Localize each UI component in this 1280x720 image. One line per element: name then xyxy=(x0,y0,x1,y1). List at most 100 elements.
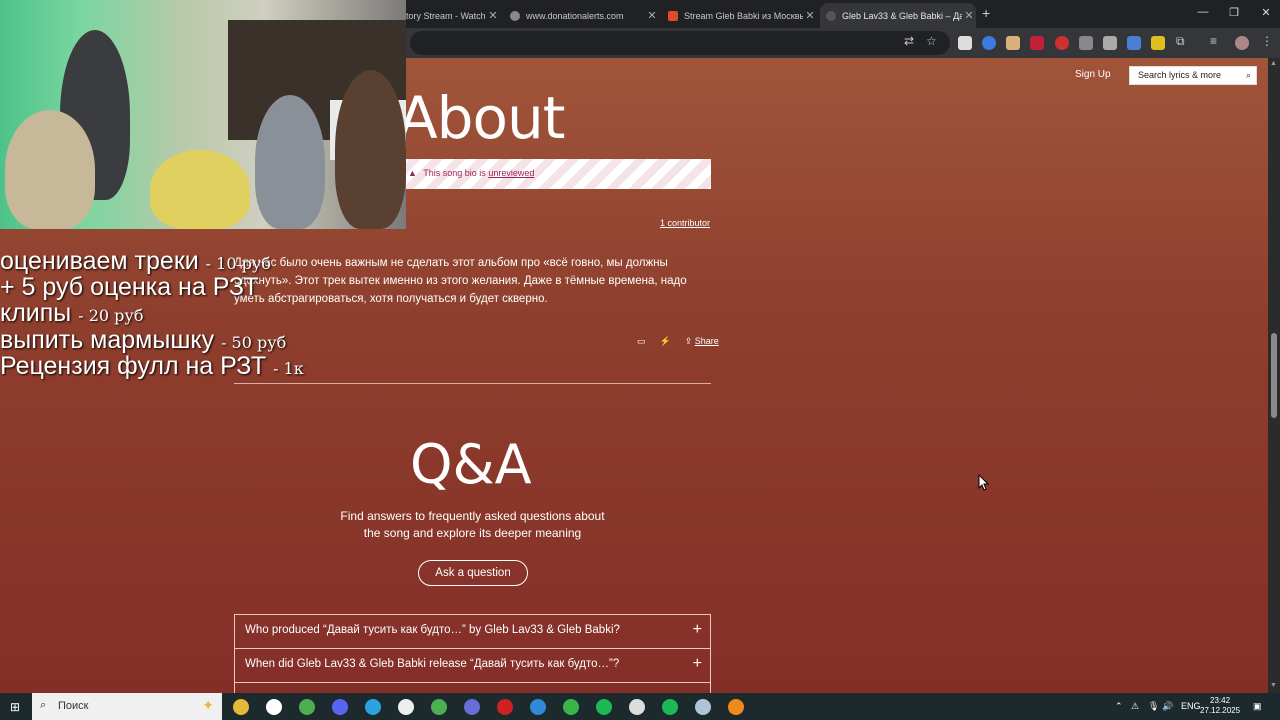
menu-icon[interactable]: ⋮ xyxy=(1261,34,1273,48)
explorer-icon[interactable] xyxy=(233,699,249,715)
close-icon[interactable]: ✕ xyxy=(962,9,976,22)
overlay-price: - 1к xyxy=(273,359,304,378)
puzzle-icon[interactable]: ⧉ xyxy=(1176,34,1185,49)
tab-donationalerts[interactable]: www.donationalerts.com ✕ xyxy=(504,3,659,28)
language-indicator[interactable]: ENG xyxy=(1181,701,1201,711)
discord-icon[interactable] xyxy=(332,699,348,715)
divider xyxy=(234,383,711,384)
search-input[interactable]: Search lyrics & more ⌕ xyxy=(1129,66,1257,85)
star-icon[interactable]: ☆ xyxy=(926,34,937,48)
bio-status-text: This song bio is xyxy=(423,168,486,178)
tab-stream-watch[interactable]: tory Stream - Watch ✕ xyxy=(400,3,500,28)
share-label: Share xyxy=(694,336,719,346)
faq-list: Who produced “Давай тусить как будто…” b… xyxy=(234,614,711,693)
close-icon[interactable]: ✕ xyxy=(645,9,659,22)
upvote-icon[interactable]: ⚡ xyxy=(660,336,671,347)
share-icon: ⇪ xyxy=(684,336,693,346)
extension-icon[interactable] xyxy=(1030,36,1044,50)
windows-start-icon[interactable]: ⊞ xyxy=(10,700,20,714)
translate-icon[interactable]: ⇄ xyxy=(904,34,914,48)
overlay-item: выпить мармышку xyxy=(0,326,215,354)
overlay-price-line: Рецензия фулл на РЗТ - 1к xyxy=(0,353,304,382)
faq-item[interactable]: Who produced “Давай тусить как будто…” b… xyxy=(234,614,711,648)
close-icon[interactable]: ✕ xyxy=(803,9,817,22)
app-circle-icon[interactable] xyxy=(629,699,645,715)
webcam-overlay xyxy=(0,0,406,229)
faq-item[interactable] xyxy=(234,682,711,693)
overlay-price: - 50 руб xyxy=(221,333,287,352)
share-button[interactable]: ⇪ Share xyxy=(685,336,719,347)
sparkle-icon: ✦ xyxy=(202,697,214,713)
scroll-down-icon[interactable]: ▼ xyxy=(1270,682,1277,689)
page-scrollbar[interactable]: ▲ ▼ xyxy=(1268,58,1280,693)
close-icon[interactable]: ✕ xyxy=(486,9,500,22)
yandex-icon[interactable] xyxy=(266,699,282,715)
tab-title: Gleb Lav33 & Gleb Babki – Дав xyxy=(842,10,962,21)
network-icon[interactable]: ⚠ xyxy=(1131,701,1139,712)
loading-icon xyxy=(826,10,836,21)
tab-title: tory Stream - Watch xyxy=(406,10,486,21)
chevron-up-icon[interactable]: ⌃ xyxy=(1115,701,1123,712)
extension-icon[interactable] xyxy=(1151,36,1165,50)
streamer-figure xyxy=(255,95,325,229)
extension-icon[interactable] xyxy=(1079,36,1093,50)
streamer-figure xyxy=(150,150,250,229)
media-icon[interactable]: ≡ xyxy=(1210,34,1217,48)
overlay-price: - 10 руб xyxy=(205,254,271,273)
overlay-item: + 5 руб оценка на РЗТ xyxy=(0,273,259,301)
notification-icon[interactable]: ▣ xyxy=(1253,701,1262,712)
overlay-item: клипы xyxy=(0,299,72,327)
avatar[interactable] xyxy=(1235,36,1249,50)
tab-title: www.donationalerts.com xyxy=(526,10,624,21)
spotify-icon[interactable] xyxy=(596,699,612,715)
streamer-figure xyxy=(5,110,95,229)
extension-icon[interactable] xyxy=(1006,36,1020,50)
app-green-icon[interactable] xyxy=(563,699,579,715)
plus-icon[interactable]: + xyxy=(693,621,702,639)
unreviewed-link[interactable]: unreviewed xyxy=(488,168,534,178)
plus-icon[interactable]: + xyxy=(693,655,702,673)
faq-item[interactable]: When did Gleb Lav33 & Gleb Babki release… xyxy=(234,648,711,682)
bio-actions: ▭ ⚡ ⇪ Share xyxy=(637,336,719,347)
system-clock[interactable]: 23:42 27.12.2025 xyxy=(1200,696,1240,716)
restore-icon[interactable]: ❐ xyxy=(1224,6,1244,19)
extension-icon[interactable] xyxy=(1055,36,1069,50)
contributor-link[interactable]: 1 contributor xyxy=(660,218,710,228)
tab-stream-gleb-babki[interactable]: Stream Gleb Babki из Москвы ✕ xyxy=(662,3,817,28)
volume-icon[interactable]: 🔊 xyxy=(1162,701,1173,712)
qa-heading: Q&A xyxy=(410,433,532,496)
record-icon[interactable] xyxy=(497,699,513,715)
telegram-icon[interactable] xyxy=(365,699,381,715)
address-bar[interactable] xyxy=(410,31,950,55)
overlay-price-line: клипы - 20 руб xyxy=(0,300,143,329)
app-window-icon[interactable] xyxy=(695,699,711,715)
sign-up-link[interactable]: Sign Up xyxy=(1075,69,1111,80)
shield-icon[interactable] xyxy=(662,699,678,715)
obs-icon[interactable] xyxy=(398,699,414,715)
extension-icon[interactable] xyxy=(958,36,972,50)
bio-status-banner: ▲ This song bio is unreviewed xyxy=(398,159,711,189)
scroll-thumb[interactable] xyxy=(1271,333,1277,418)
app-icon[interactable] xyxy=(464,699,480,715)
vlc-icon[interactable] xyxy=(728,699,744,715)
minimize-icon[interactable]: — xyxy=(1193,6,1213,18)
plus-icon[interactable]: + xyxy=(982,5,990,21)
overlay-item: оцениваем треки xyxy=(0,247,199,275)
camera-icon[interactable] xyxy=(1103,36,1117,50)
vscode-icon[interactable] xyxy=(530,699,546,715)
scroll-up-icon[interactable]: ▲ xyxy=(1270,60,1277,67)
chrome-icon[interactable] xyxy=(299,699,315,715)
search-icon[interactable]: ⌕ xyxy=(1246,70,1251,81)
microphone-icon[interactable]: 🎙 xyxy=(1148,701,1159,712)
clock-date: 27.12.2025 xyxy=(1200,706,1241,715)
comment-icon[interactable]: ▭ xyxy=(637,336,646,347)
close-icon[interactable]: ✕ xyxy=(1256,6,1276,19)
ask-question-button[interactable]: Ask a question xyxy=(418,560,528,586)
extension-icon[interactable] xyxy=(1127,36,1141,50)
extension-icon[interactable] xyxy=(982,36,996,50)
tab-genius-song[interactable]: Gleb Lav33 & Gleb Babki – Дав ✕ xyxy=(820,3,976,28)
chrome-active-icon[interactable] xyxy=(431,699,447,715)
taskbar-search[interactable]: ⌕ Поиск ✦ xyxy=(32,693,222,720)
faq-question: Who produced “Давай тусить как будто…” b… xyxy=(245,624,620,636)
song-bio: Для нас было очень важным не сделать это… xyxy=(234,257,687,305)
